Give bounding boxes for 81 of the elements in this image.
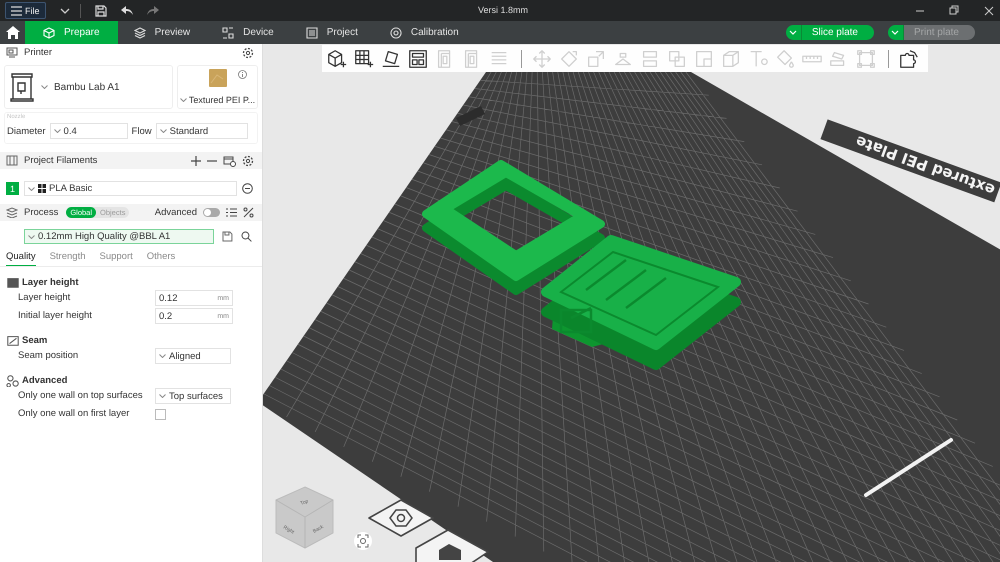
toggle-label: Advanced [154,207,197,218]
seam-icon [6,334,20,346]
plate-card[interactable]: Textured PEI P... [177,65,258,109]
setting-label: Only one wall on top surfaces [18,390,144,402]
printer-icon [6,47,18,58]
chevron-down-icon[interactable] [60,8,70,14]
search-icon[interactable] [241,231,252,242]
grid-icon [38,184,46,193]
chevron-down-icon [160,129,167,133]
save-icon[interactable] [222,231,234,242]
tab[interactable]: Calibration [374,21,475,44]
checkbox[interactable] [155,408,166,420]
chevron-down-icon [159,394,166,398]
chevron-down-icon [41,85,48,89]
printer-name: Bambu Lab A1 [54,82,120,92]
tab[interactable]: Preview [118,21,206,44]
file-menu-button[interactable]: File [5,2,46,19]
setting-label: Only one wall on first layer [18,408,130,420]
dropdown-button[interactable] [888,25,904,40]
dropdown-button[interactable] [786,25,802,40]
plate-swatch-icon [208,69,226,87]
add-icon[interactable] [191,156,201,166]
advanced-switch[interactable] [203,208,220,217]
info-icon[interactable] [238,70,247,79]
chevron-down-icon [54,129,61,133]
sync-icon[interactable] [223,154,236,166]
setting-label: Seam position [18,350,80,362]
nut-plate-icon[interactable] [368,499,434,537]
setting-dropdown[interactable]: Aligned [155,348,231,364]
filament-dropdown[interactable]: PLA Basic [24,181,237,196]
settings-icon[interactable] [242,46,254,58]
list-icon [306,26,318,38]
puzzle-icon[interactable] [898,48,920,70]
percent-icon[interactable] [243,207,254,218]
settings-icon[interactable] [242,154,254,166]
chevron-down-icon [180,98,187,102]
tab[interactable]: Project [290,21,374,44]
close-icon[interactable] [984,6,994,16]
field-label: Diameter [7,126,46,136]
setting-dropdown[interactable]: Top surfaces [155,388,231,404]
setting-label: Layer height [18,292,72,304]
redo-icon[interactable] [146,6,159,16]
add-cube-icon[interactable] [326,48,348,70]
stack-icon [134,26,146,38]
tab[interactable]: Device [206,21,290,44]
list-icon[interactable] [226,208,237,217]
group-title: Layer height [22,276,78,288]
layout-icon[interactable] [407,48,429,70]
flow-dropdown[interactable]: Standard [156,123,248,139]
chevron-down-icon [891,30,900,35]
chevron-down-icon [28,234,35,238]
home-icon [6,26,20,39]
device-icon [222,26,234,38]
chevron-down-icon [28,186,35,190]
setting-label: Initial layer height [18,310,93,322]
settings-tab[interactable]: Quality [6,250,36,266]
camera-button[interactable] [354,532,372,550]
filament-number: 1 [6,182,19,195]
filament-icon [6,155,18,166]
window-title: Versi 1.8mm [478,5,528,15]
grid-plus-icon[interactable] [353,48,375,70]
group-title: Advanced [22,374,68,386]
preset-dropdown[interactable]: 0.12mm High Quality @BBL A1 [24,229,214,244]
plate-tool-icon[interactable] [415,529,489,562]
section-title: Process [24,207,58,218]
restore-icon[interactable] [949,5,960,16]
target-icon [390,26,402,38]
diameter-dropdown[interactable]: 0.4 [50,123,128,139]
printer-drawing [9,72,35,102]
undo-icon[interactable] [120,6,133,16]
section-title: Printer [24,47,52,58]
section-title: Project Filaments [24,155,98,166]
chevron-down-icon [159,354,166,358]
printer-card[interactable]: Bambu Lab A1 [4,65,173,109]
field-label: Flow [132,126,152,136]
menu-icon [11,6,22,16]
remove-circle-icon[interactable] [242,183,253,194]
plate-name: Textured PEI P... [188,95,256,105]
cube-icon [43,26,55,38]
chevron-down-icon [789,30,798,35]
group-title: Seam [22,334,48,346]
